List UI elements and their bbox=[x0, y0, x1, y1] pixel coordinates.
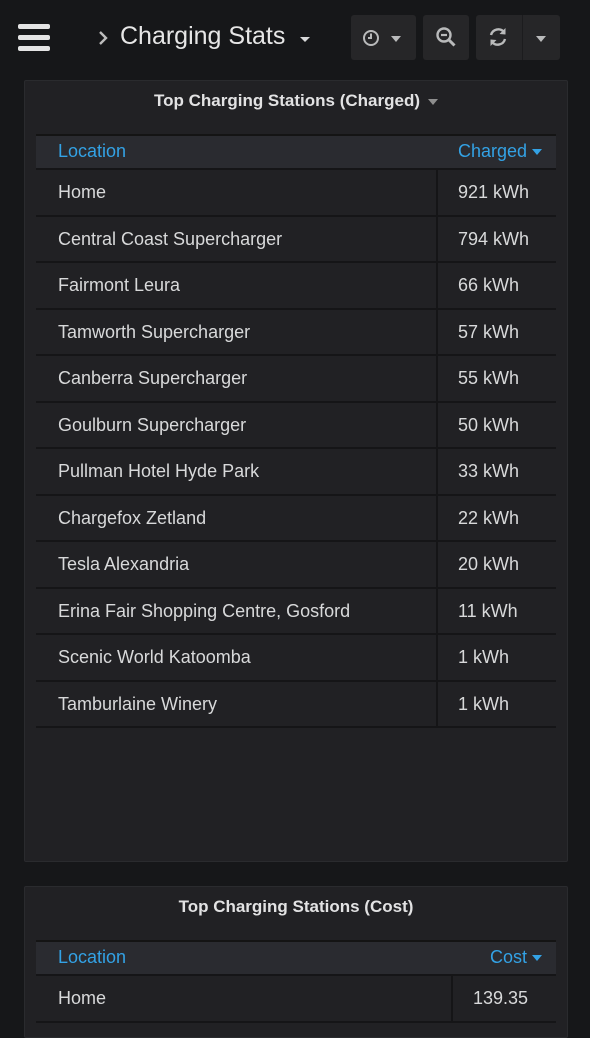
value-cell: 1 kWh bbox=[458, 693, 510, 714]
location-cell: Goulburn Supercharger bbox=[58, 414, 247, 435]
column-header-charged-label: Charged bbox=[457, 141, 527, 161]
table-row: Central Coast Supercharger 794 kWh bbox=[36, 216, 556, 263]
table-body: Home 139.35 bbox=[36, 974, 556, 1023]
refresh-icon bbox=[489, 28, 507, 46]
location-cell: Home bbox=[58, 988, 107, 1008]
location-cell: Central Coast Supercharger bbox=[58, 228, 283, 249]
table-header: Location Charged bbox=[36, 134, 556, 168]
column-divider bbox=[436, 588, 438, 633]
value-cell: 921 kWh bbox=[458, 182, 530, 202]
cost-stations-panel: Top Charging Stations (Cost) Location Co… bbox=[24, 886, 568, 1038]
panel-title[interactable]: Top Charging Stations (Cost) bbox=[25, 897, 567, 917]
top-navbar: Charging Stats bbox=[0, 0, 590, 76]
panel-title[interactable]: Top Charging Stations (Charged) bbox=[25, 91, 567, 111]
clock-icon bbox=[363, 30, 379, 46]
table-body: Home 921 kWh Central Coast Supercharger 794… bbox=[36, 168, 556, 728]
table-row: Chargefox Zetland 22 kWh bbox=[36, 495, 556, 542]
sort-desc-icon bbox=[532, 149, 542, 156]
value-cell: 55 kWh bbox=[458, 368, 520, 388]
sort-desc-icon bbox=[532, 955, 542, 962]
value-cell: 139.35 bbox=[473, 988, 529, 1008]
chevron-down-icon bbox=[391, 36, 401, 42]
column-divider bbox=[436, 402, 438, 447]
table-row: Erina Fair Shopping Centre, Gosford 11 kW… bbox=[36, 588, 556, 635]
location-cell: Fairmont Leura bbox=[58, 275, 181, 295]
location-cell: Home bbox=[58, 182, 107, 202]
table-row: Fairmont Leura 66 kWh bbox=[36, 263, 556, 310]
column-divider bbox=[436, 216, 438, 261]
dashboard-title[interactable]: Charging Stats bbox=[120, 22, 285, 51]
column-divider bbox=[436, 309, 438, 354]
table-row: Goulburn Supercharger 50 kWh bbox=[36, 402, 556, 449]
table-row: Home 921 kWh bbox=[36, 168, 556, 217]
column-divider bbox=[436, 495, 438, 540]
column-divider bbox=[436, 635, 438, 680]
location-cell: Tesla Alexandria bbox=[58, 554, 190, 574]
refresh-interval-dropdown[interactable] bbox=[522, 15, 560, 60]
column-divider bbox=[436, 356, 438, 401]
column-divider bbox=[451, 976, 453, 1021]
column-divider bbox=[436, 681, 438, 726]
value-cell: 50 kWh bbox=[458, 414, 520, 435]
column-header-location[interactable]: Location bbox=[58, 947, 126, 968]
table-row: Home 139.35 bbox=[36, 974, 556, 1023]
value-cell: 794 kWh bbox=[458, 228, 530, 249]
value-cell: 1 kWh bbox=[458, 647, 510, 667]
column-divider bbox=[436, 542, 438, 587]
table-row: Tamburlaine Winery 1 kWh bbox=[36, 681, 556, 728]
value-cell: 33 kWh bbox=[458, 461, 520, 481]
column-header-cost[interactable]: Cost bbox=[490, 947, 542, 968]
table-row: Canberra Supercharger 55 kWh bbox=[36, 356, 556, 403]
zoom-out-icon bbox=[436, 27, 456, 47]
table-row: Pullman Hotel Hyde Park 33 kWh bbox=[36, 449, 556, 496]
column-divider bbox=[436, 449, 438, 494]
value-cell: 20 kWh bbox=[458, 554, 520, 574]
location-cell: Erina Fair Shopping Centre, Gosford bbox=[58, 600, 351, 621]
panel-title-text: Top Charging Stations (Charged) bbox=[153, 91, 420, 110]
table-header: Location Cost bbox=[36, 940, 556, 974]
column-header-cost-label: Cost bbox=[489, 947, 527, 967]
table-row: Scenic World Katoomba 1 kWh bbox=[36, 635, 556, 682]
column-divider bbox=[436, 170, 438, 215]
chevron-down-icon bbox=[536, 36, 546, 42]
column-divider bbox=[436, 263, 438, 308]
panel-menu-caret-icon[interactable] bbox=[428, 98, 438, 105]
time-picker-button[interactable] bbox=[351, 15, 416, 60]
value-cell: 66 kWh bbox=[458, 275, 520, 295]
location-cell: Tamburlaine Winery bbox=[58, 693, 218, 714]
chevron-right-icon bbox=[99, 31, 108, 45]
location-cell: Scenic World Katoomba bbox=[58, 647, 251, 667]
refresh-button[interactable] bbox=[476, 15, 522, 60]
zoom-out-button[interactable] bbox=[423, 15, 469, 60]
charged-stations-panel: Top Charging Stations (Charged) Location… bbox=[24, 80, 568, 862]
location-cell: Tamworth Supercharger bbox=[58, 321, 251, 342]
value-cell: 57 kWh bbox=[458, 321, 520, 342]
location-cell: Chargefox Zetland bbox=[58, 507, 207, 528]
table-row: Tesla Alexandria 20 kWh bbox=[36, 542, 556, 589]
hamburger-menu-icon[interactable] bbox=[18, 24, 50, 52]
column-header-charged[interactable]: Charged bbox=[458, 141, 542, 162]
title-dropdown-caret-icon[interactable] bbox=[300, 37, 310, 42]
column-header-location[interactable]: Location bbox=[58, 141, 126, 162]
location-cell: Canberra Supercharger bbox=[58, 368, 248, 388]
value-cell: 11 kWh bbox=[458, 600, 518, 621]
table-row: Tamworth Supercharger 57 kWh bbox=[36, 309, 556, 356]
location-cell: Pullman Hotel Hyde Park bbox=[58, 461, 260, 481]
value-cell: 22 kWh bbox=[458, 507, 520, 528]
